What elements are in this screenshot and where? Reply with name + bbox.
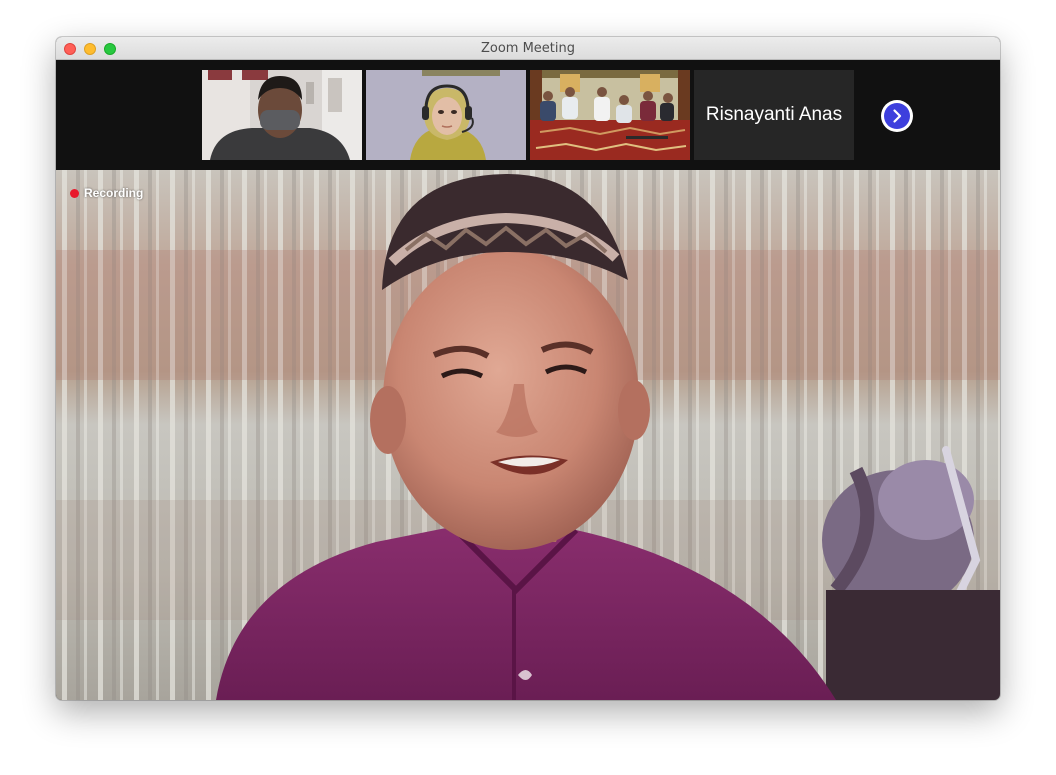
participant-name-tile[interactable]: Risnayanti Anas bbox=[694, 70, 854, 160]
participant-video-tile-1[interactable] bbox=[202, 70, 362, 160]
recording-indicator: Recording bbox=[70, 186, 143, 200]
participant-gallery: Risnayanti Anas bbox=[56, 60, 1000, 170]
chevron-right-icon bbox=[893, 109, 902, 123]
speaker-video-frame bbox=[56, 170, 1000, 700]
participant-video-tile-3[interactable] bbox=[530, 70, 690, 160]
participant-video-tile-2[interactable] bbox=[366, 70, 526, 160]
participant-name: Risnayanti Anas bbox=[705, 104, 843, 125]
zoom-window: Zoom Meeting Risnayanti Anas Recording bbox=[56, 37, 1000, 700]
recording-label: Recording bbox=[84, 186, 144, 200]
recording-dot-icon bbox=[70, 188, 79, 198]
active-speaker-video: Recording bbox=[56, 170, 1000, 700]
title-bar: Zoom Meeting bbox=[56, 37, 1000, 60]
window-title: Zoom Meeting bbox=[480, 41, 576, 56]
next-page-button[interactable] bbox=[881, 100, 913, 132]
